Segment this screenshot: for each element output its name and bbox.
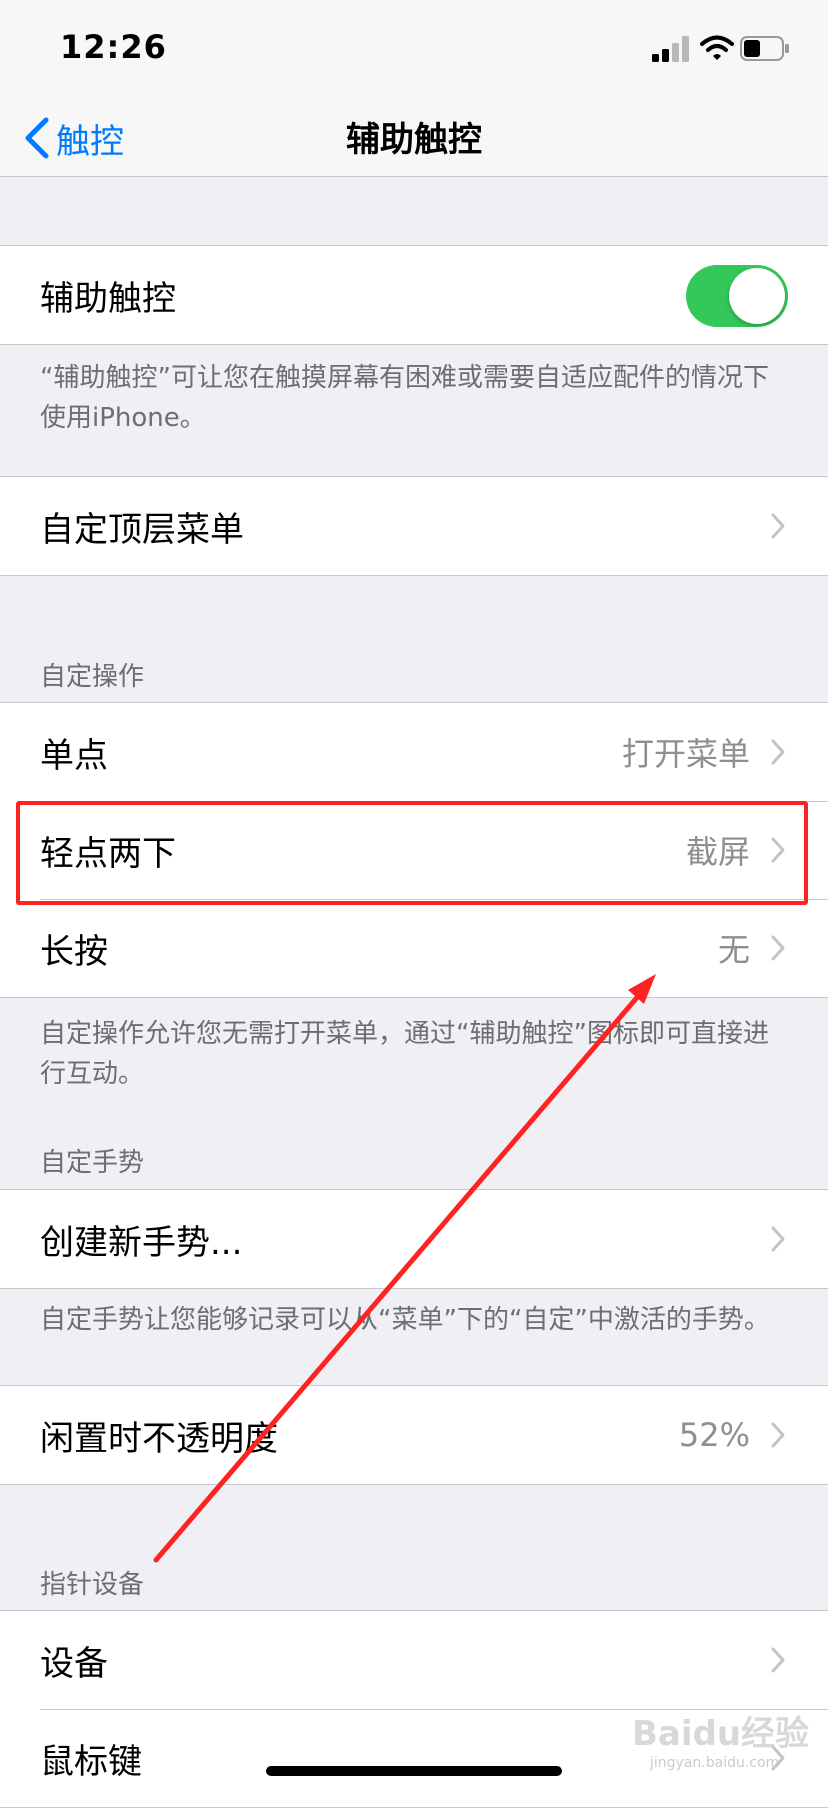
watermark-logo: Baidu经验 <box>632 1714 810 1754</box>
custom-actions-footer: 自定操作允许您无需打开菜单，通过“辅助触控”图标即可直接进行互动。 <box>40 1019 769 1089</box>
watermark-url: jingyan.baidu.com <box>650 1755 780 1771</box>
pointer-devices-header: 指针设备 <box>40 1570 145 1600</box>
assistive-touch-row: 辅助触控 <box>0 246 828 344</box>
chevron-right-icon <box>771 1226 785 1252</box>
single-tap-value: 打开菜单 <box>621 735 750 773</box>
idle-opacity-group: 闲置时不透明度 52% <box>0 1385 828 1485</box>
cellular-signal-icon <box>652 36 689 62</box>
status-bar: 12:26 <box>0 0 828 100</box>
long-press-value: 无 <box>717 931 750 969</box>
long-press-row[interactable]: 长按 无 <box>0 899 828 997</box>
create-gesture-label: 创建新手势... <box>40 1222 243 1263</box>
mouse-keys-label: 鼠标键 <box>40 1741 142 1782</box>
battery-icon <box>740 36 789 61</box>
wifi-icon <box>700 35 734 60</box>
single-tap-row[interactable]: 单点 打开菜单 <box>0 703 828 801</box>
assistive-touch-label: 辅助触控 <box>40 278 176 319</box>
custom-actions-header: 自定操作 <box>40 662 145 692</box>
home-indicator[interactable] <box>266 1766 562 1776</box>
double-tap-value: 截屏 <box>685 833 750 871</box>
assistive-touch-footer: “辅助触控”可让您在触摸屏幕有困难或需要自适应配件的情况下使用iPhone。 <box>40 363 769 433</box>
custom-actions-group: 单点 打开菜单 轻点两下 截屏 长按 无 <box>0 702 828 998</box>
idle-opacity-row[interactable]: 闲置时不透明度 52% <box>0 1386 828 1484</box>
chevron-right-icon <box>771 513 785 539</box>
custom-gestures-group: 创建新手势... <box>0 1189 828 1289</box>
idle-opacity-label: 闲置时不透明度 <box>40 1418 278 1459</box>
chevron-right-icon <box>771 837 785 863</box>
assistive-touch-toggle[interactable] <box>686 265 788 327</box>
create-gesture-row[interactable]: 创建新手势... <box>0 1190 828 1288</box>
page-title: 辅助触控 <box>346 120 482 160</box>
single-tap-label: 单点 <box>40 735 108 776</box>
chevron-right-icon <box>771 935 785 961</box>
double-tap-row[interactable]: 轻点两下 截屏 <box>0 801 828 899</box>
top-menu-group: 自定顶层菜单 <box>0 476 828 576</box>
devices-label: 设备 <box>40 1643 108 1684</box>
idle-opacity-value: 52% <box>678 1416 750 1454</box>
assistive-touch-group: 辅助触控 <box>0 245 828 345</box>
custom-gestures-header: 自定手势 <box>40 1148 145 1178</box>
status-time: 12:26 <box>60 28 167 66</box>
long-press-label: 长按 <box>40 931 108 972</box>
toggle-knob <box>729 268 785 324</box>
chevron-right-icon <box>771 1647 785 1673</box>
custom-gestures-footer: 自定手势让您能够记录可以从“菜单”下的“自定”中激活的手势。 <box>40 1305 770 1335</box>
top-menu-label: 自定顶层菜单 <box>40 509 244 550</box>
chevron-right-icon <box>771 1422 785 1448</box>
devices-row[interactable]: 设备 <box>0 1611 828 1709</box>
top-menu-row[interactable]: 自定顶层菜单 <box>0 477 828 575</box>
double-tap-label: 轻点两下 <box>40 833 176 874</box>
navigation-bar: 触控 辅助触控 <box>0 100 828 177</box>
chevron-right-icon <box>771 739 785 765</box>
